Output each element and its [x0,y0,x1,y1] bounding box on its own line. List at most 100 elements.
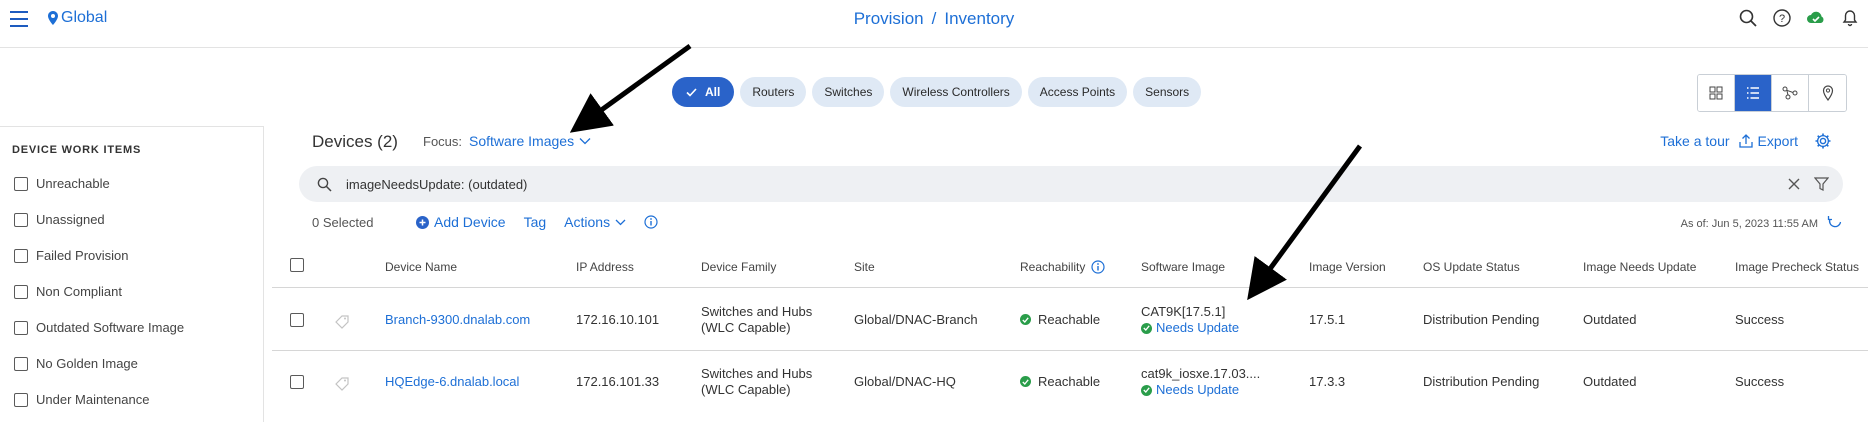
device-family: Switches and Hubs (WLC Capable) [701,304,812,336]
sidebar-item-label: Unassigned [36,212,105,227]
column-header[interactable]: Image Precheck Status [1735,260,1859,274]
column-header[interactable]: Device Family [701,260,776,274]
checkbox[interactable] [14,320,28,335]
column-header[interactable]: Image Needs Update [1583,260,1696,274]
sidebar-item-outdated-software-image[interactable]: Outdated Software Image [14,320,184,335]
export-label: Export [1757,133,1798,149]
ip-address: 172.16.10.101 [576,312,660,327]
sidebar-item-label: Failed Provision [36,248,129,263]
focus-selector: Focus: Software Images [423,133,591,149]
filter-icon[interactable] [1814,177,1829,191]
add-device-button[interactable]: Add Device [416,214,506,230]
select-all-checkbox[interactable] [290,258,304,272]
column-header[interactable]: Site [854,260,875,274]
sidebar-item-non-compliant[interactable]: Non Compliant [14,284,122,299]
location-selector[interactable]: Global [48,9,107,27]
device-work-items-sidebar: DEVICE WORK ITEMS Unreachable Unassigned… [0,126,264,422]
list-view-button[interactable] [1735,75,1772,111]
column-header[interactable]: Image Version [1309,260,1386,274]
device-family-line1: Switches and Hubs [701,366,813,381]
checkbox[interactable] [14,248,28,263]
chip-sensors[interactable]: Sensors [1133,77,1202,107]
device-name-link[interactable]: HQEdge-6.dnalab.local [385,374,519,389]
actions-dropdown[interactable]: Actions [564,214,626,230]
checkbox[interactable] [14,212,28,227]
export-button[interactable]: Export [1738,133,1798,149]
checkbox[interactable] [14,176,28,191]
sidebar-item-label: Under Maintenance [36,392,150,407]
checkmark-icon [686,87,697,97]
image-needs-update: Outdated [1583,374,1637,389]
action-bar: 0 Selected Add Device Tag Actions [312,214,658,230]
focus-dropdown[interactable]: Software Images [469,133,591,149]
check-circle-icon [1141,322,1152,334]
help-icon[interactable]: ? [1772,8,1792,28]
clear-icon[interactable] [1788,178,1800,190]
reachability-label: Reachable [1038,312,1101,327]
focus-value: Software Images [469,133,575,149]
column-header[interactable]: Device Name [385,260,457,274]
search-icon[interactable] [1738,8,1758,28]
location-label: Global [61,9,108,26]
refresh-icon[interactable] [1827,214,1843,230]
checkbox[interactable] [14,356,28,371]
tag-icon[interactable] [334,313,350,329]
info-icon[interactable] [644,215,658,229]
map-view-icon [1822,85,1833,101]
image-precheck-status: Success [1735,312,1785,327]
chip-access-points[interactable]: Access Points [1027,77,1128,107]
chip-switches[interactable]: Switches [812,77,885,107]
sidebar-item-unassigned[interactable]: Unassigned [14,212,105,227]
tag-icon[interactable] [334,375,350,391]
checkbox[interactable] [14,284,28,299]
grid-view-button[interactable] [1698,75,1735,111]
row-checkbox[interactable] [290,375,304,389]
chip-routers[interactable]: Routers [740,77,807,107]
table-row[interactable]: Branch-9300.dnalab.com 172.16.10.101 Swi… [272,289,1868,351]
top-bar: Global Provision / Inventory ? [0,0,1868,48]
view-toggle [1697,74,1847,112]
table-row[interactable]: HQEdge-6.dnalab.local 172.16.101.33 Swit… [272,352,1868,414]
breadcrumb-inventory[interactable]: Inventory [944,9,1014,28]
checkbox[interactable] [14,392,28,407]
device-name-link[interactable]: Branch-9300.dnalab.com [385,312,530,327]
search-bar [299,166,1843,202]
column-header-reachability[interactable]: Reachability [1020,260,1105,274]
breadcrumb-provision[interactable]: Provision [854,9,924,28]
check-circle-icon [1141,384,1152,396]
hamburger-menu-icon[interactable] [10,11,28,27]
topology-view-icon [1782,86,1798,100]
chip-wireless-controllers[interactable]: Wireless Controllers [890,77,1022,107]
device-family-line2: (WLC Capable) [701,320,791,335]
map-view-button[interactable] [1809,75,1846,111]
sidebar-item-no-golden-image[interactable]: No Golden Image [14,356,138,371]
info-icon[interactable] [1091,260,1105,274]
sidebar-item-under-maintenance[interactable]: Under Maintenance [14,392,149,407]
gear-icon[interactable] [1814,132,1832,150]
search-input[interactable] [346,176,1788,192]
sidebar-item-failed-provision[interactable]: Failed Provision [14,248,129,263]
search-icon [317,177,332,192]
sidebar-item-label: Unreachable [36,176,110,191]
tag-button[interactable]: Tag [524,214,547,230]
needs-update-link[interactable]: Needs Update [1141,320,1239,336]
device-family-line1: Switches and Hubs [701,304,813,319]
chip-all[interactable]: All [672,77,735,107]
column-header[interactable]: OS Update Status [1423,260,1520,274]
notifications-icon[interactable] [1840,8,1860,28]
needs-update-link[interactable]: Needs Update [1141,382,1260,398]
topology-view-button[interactable] [1772,75,1809,111]
header-icons: ? [1738,8,1860,28]
software-image: CAT9K[17.5.1] Needs Update [1141,304,1239,336]
column-header[interactable]: Software Image [1141,260,1225,274]
take-tour-link[interactable]: Take a tour [1660,133,1729,149]
column-header[interactable]: IP Address [576,260,634,274]
chevron-down-icon [615,219,626,225]
health-check-icon[interactable] [1806,8,1826,28]
sidebar-item-unreachable[interactable]: Unreachable [14,176,110,191]
row-checkbox[interactable] [290,313,304,327]
chip-label: Routers [752,85,795,99]
image-version: 17.3.3 [1309,374,1346,389]
image-version: 17.5.1 [1309,312,1346,327]
reachability: Reachable [1020,312,1100,327]
